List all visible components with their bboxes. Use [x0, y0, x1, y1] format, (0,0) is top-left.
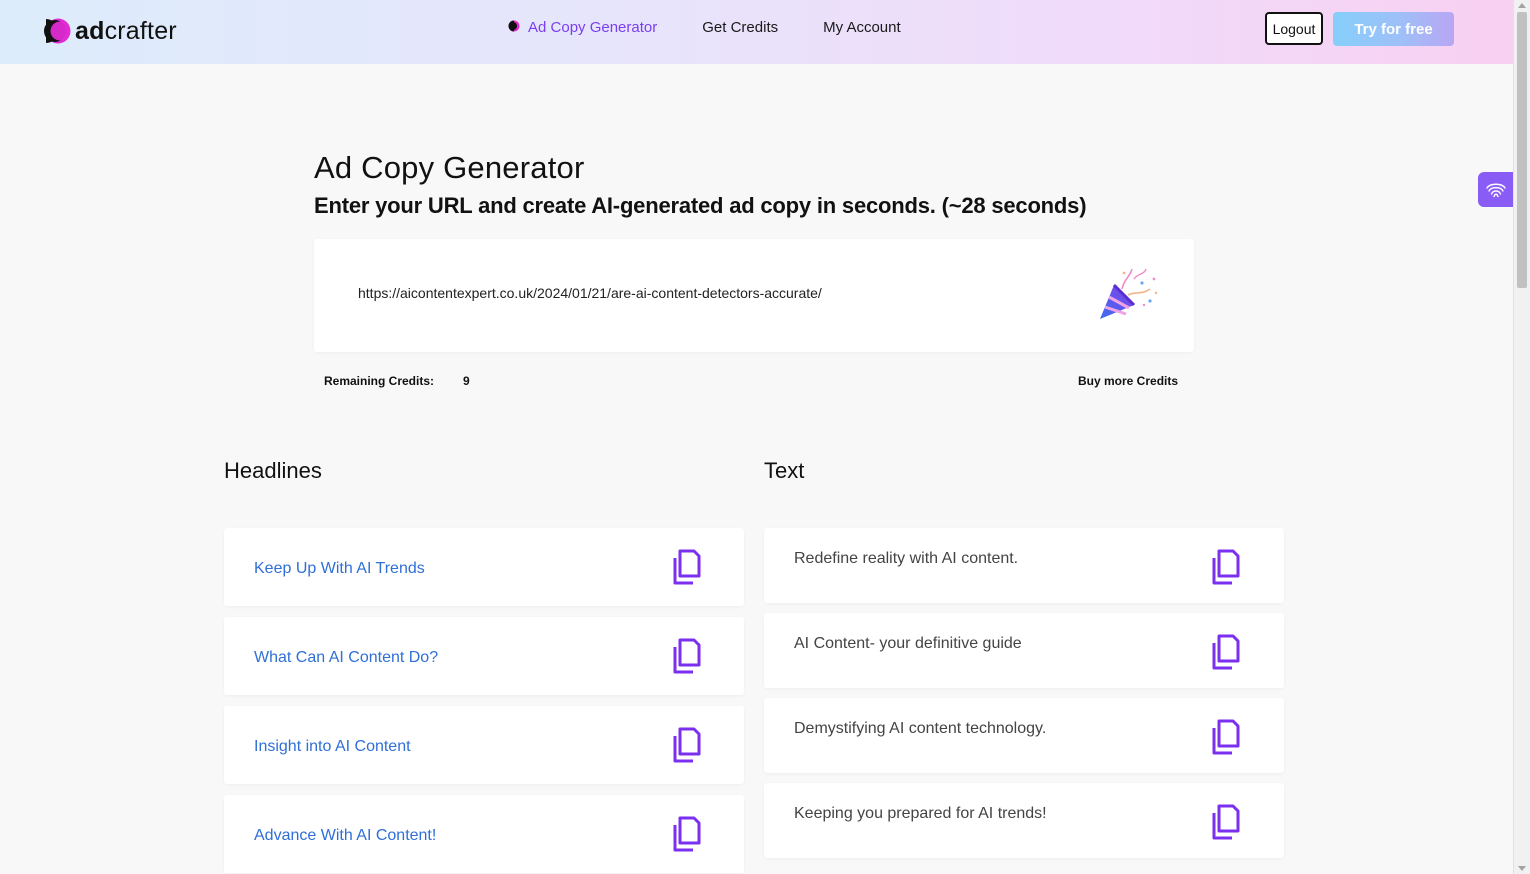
logo-mark-icon: [43, 18, 73, 44]
page-title: Ad Copy Generator: [314, 150, 585, 185]
copy-icon[interactable]: [671, 726, 701, 764]
remaining-credits-label: Remaining Credits:: [324, 374, 435, 388]
scroll-down-arrow-icon[interactable]: [1518, 866, 1526, 871]
top-header: adcrafter Ad Copy Generator Get Credits …: [0, 0, 1513, 64]
party-popper-icon[interactable]: [1098, 265, 1160, 323]
headline-text: What Can AI Content Do?: [254, 649, 439, 666]
headline-card: Insight into AI Content: [224, 706, 744, 784]
nav-active-indicator-icon: [508, 19, 520, 36]
copy-icon[interactable]: [671, 815, 701, 853]
try-for-free-button[interactable]: Try for free: [1333, 12, 1454, 46]
text-card: AI Content- your definitive guide: [764, 613, 1284, 688]
url-input[interactable]: [358, 285, 1058, 301]
nav-my-account[interactable]: My Account: [823, 19, 901, 36]
text-card: Demystifying AI content technology.: [764, 698, 1284, 773]
url-input-box: [314, 239, 1194, 352]
ad-text: Keeping you prepared for AI trends!: [794, 805, 1047, 822]
nav-label: Get Credits: [702, 19, 779, 36]
headline-card: What Can AI Content Do?: [224, 617, 744, 695]
logout-button[interactable]: Logout: [1265, 12, 1323, 45]
text-heading: Text: [764, 458, 805, 483]
text-card: Redefine reality with AI content.: [764, 528, 1284, 603]
headline-text: Advance With AI Content!: [254, 827, 437, 844]
headline-text: Keep Up With AI Trends: [254, 560, 425, 577]
buy-more-credits-link[interactable]: Buy more Credits: [1078, 374, 1178, 388]
main-nav: Ad Copy Generator Get Credits My Account: [508, 19, 901, 36]
ad-text: Redefine reality with AI content.: [794, 550, 1019, 567]
copy-icon[interactable]: [671, 637, 701, 675]
remaining-credits-value: 9: [463, 374, 470, 388]
copy-icon[interactable]: [1210, 803, 1240, 841]
copy-icon[interactable]: [671, 548, 701, 586]
fingerprint-icon: [1485, 183, 1506, 197]
ad-text: AI Content- your definitive guide: [794, 635, 1022, 652]
scroll-up-arrow-icon[interactable]: [1518, 3, 1526, 8]
nav-label: Ad Copy Generator: [528, 19, 658, 36]
headline-card: Advance With AI Content!: [224, 795, 744, 873]
ad-text: Demystifying AI content technology.: [794, 720, 1047, 737]
page-scrollbar[interactable]: [1513, 0, 1530, 874]
copy-icon[interactable]: [1210, 548, 1240, 586]
copy-icon[interactable]: [1210, 718, 1240, 756]
headlines-heading: Headlines: [224, 458, 322, 483]
scrollbar-thumb[interactable]: [1517, 12, 1527, 288]
nav-ad-copy-generator[interactable]: Ad Copy Generator: [508, 19, 657, 36]
fingerprint-widget-button[interactable]: [1478, 172, 1513, 207]
headline-card: Keep Up With AI Trends: [224, 528, 744, 606]
logo-text: adcrafter: [75, 16, 177, 45]
nav-get-credits[interactable]: Get Credits: [702, 19, 778, 36]
text-card: Keeping you prepared for AI trends!: [764, 783, 1284, 858]
nav-label: My Account: [823, 19, 901, 36]
copy-icon[interactable]: [1210, 633, 1240, 671]
page-subtitle: Enter your URL and create AI-generated a…: [314, 193, 1087, 218]
headline-text: Insight into AI Content: [254, 738, 411, 755]
adcrafter-logo[interactable]: adcrafter: [43, 17, 177, 45]
